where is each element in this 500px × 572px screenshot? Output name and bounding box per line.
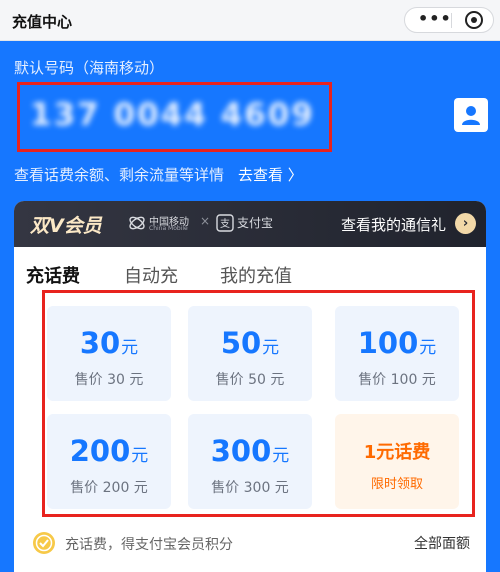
recharge-card: 双V会员 中国移动 China Mobile × 支 支付宝 查看我的通信礼 ›… (14, 201, 486, 572)
alipay-text: 支付宝 (237, 216, 274, 230)
promo-title: 1元话费 (363, 442, 431, 463)
brand-separator: × (200, 214, 211, 228)
china-mobile-icon (129, 216, 145, 230)
china-mobile-en: China Mobile (149, 225, 188, 232)
promo-one-yuan-credit[interactable]: 1元话费 限时领取 (335, 414, 459, 509)
window-title: 充值中心 (12, 13, 73, 31)
amount-option-300[interactable]: 300元 售价 300 元 (188, 414, 312, 509)
points-note: 充话费，得支付宝会员积分 (32, 531, 332, 557)
phone-number[interactable]: 137 0044 4609 (30, 97, 315, 133)
tab-recharge-credit[interactable]: 充话费 (26, 262, 80, 288)
option-amount: 300元 (210, 434, 290, 468)
points-note-text: 充话费，得支付宝会员积分 (65, 537, 233, 553)
option-price: 售价 50 元 (215, 372, 285, 388)
view-telecom-gift-link[interactable]: 查看我的通信礼 (341, 214, 446, 235)
china-mobile-logo: 中国移动 China Mobile (128, 212, 208, 236)
option-amount: 30元 (79, 326, 139, 360)
recharge-tabs: 充话费 自动充 我的充值 (14, 247, 486, 289)
svg-text:支: 支 (220, 218, 230, 230)
alipay-icon: 支 (216, 214, 234, 232)
vip-title: 双V会员 (30, 215, 102, 237)
option-amount: 100元 (357, 326, 437, 360)
mini-program-capsule: ••• (404, 7, 494, 33)
amount-option-50[interactable]: 50元 售价 50 元 (188, 306, 312, 401)
chevron-right-icon[interactable]: › (455, 213, 476, 234)
promo-subtitle: 限时领取 (370, 477, 423, 492)
contacts-button[interactable] (454, 98, 488, 132)
option-amount: 200元 (69, 434, 149, 468)
all-amounts-link[interactable]: 全部面额 (414, 533, 470, 553)
amount-option-200[interactable]: 200元 售价 200 元 (47, 414, 171, 509)
amount-option-100[interactable]: 100元 售价 100 元 (335, 306, 459, 401)
double-v-vip-banner[interactable]: 双V会员 中国移动 China Mobile × 支 支付宝 查看我的通信礼 › (14, 201, 486, 247)
more-menu-icon[interactable]: ••• (418, 9, 452, 28)
member-points-icon (33, 532, 55, 554)
phone-number-highlight: 137 0044 4609 (17, 82, 332, 152)
balance-details-text: 查看话费余额、剩余流量等详情 (14, 166, 225, 184)
tab-my-recharges[interactable]: 我的充值 (220, 262, 292, 288)
go-view-link[interactable]: 去查看 〉 (238, 166, 303, 184)
option-amount: 50元 (220, 326, 280, 360)
tab-auto-recharge[interactable]: 自动充 (124, 262, 178, 288)
close-icon[interactable] (463, 9, 485, 31)
title-bar: 充值中心 ••• (0, 0, 500, 41)
option-price: 售价 100 元 (358, 372, 436, 388)
balance-details-link[interactable]: 查看话费余额、剩余流量等详情 去查看 〉 (14, 164, 303, 185)
default-number-label: 默认号码（海南移动） (14, 59, 165, 77)
amount-option-30[interactable]: 30元 售价 30 元 (47, 306, 171, 401)
contact-person-icon (462, 106, 480, 125)
option-price: 售价 300 元 (211, 480, 289, 496)
option-price: 售价 200 元 (70, 480, 148, 496)
option-price: 售价 30 元 (74, 372, 144, 388)
capsule-divider (451, 13, 452, 28)
